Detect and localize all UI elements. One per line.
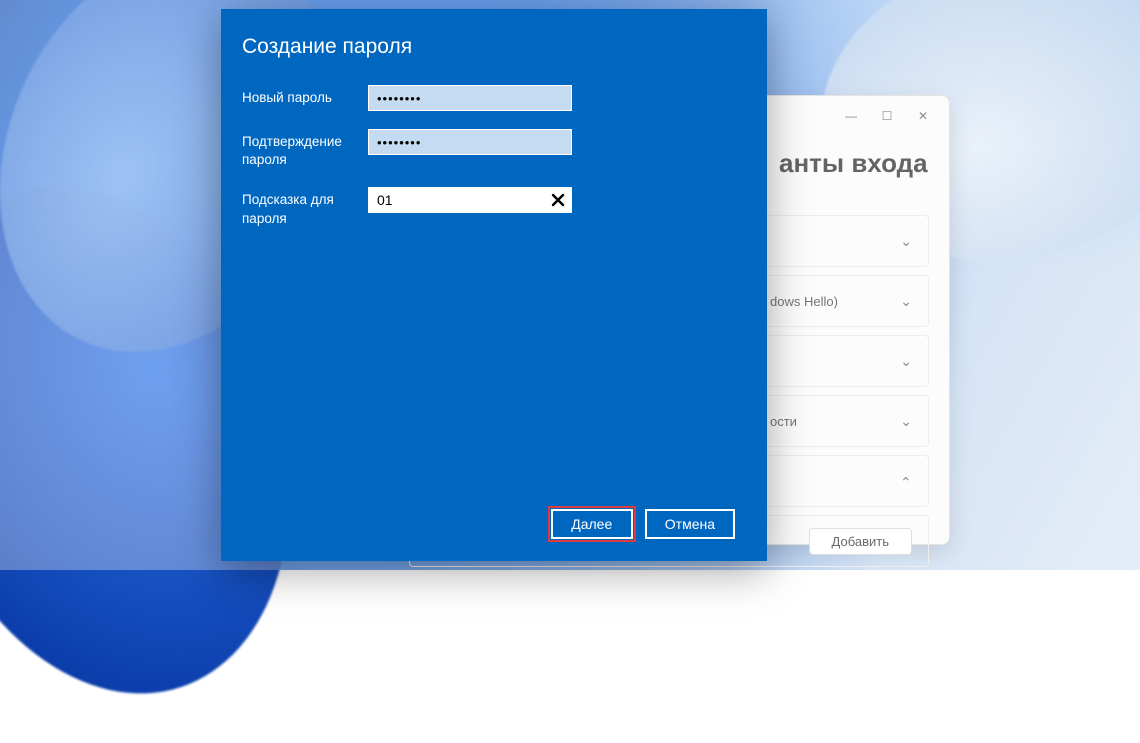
confirm-password-input[interactable] <box>368 129 572 155</box>
clear-input-icon[interactable] <box>548 190 568 210</box>
create-password-dialog: Создание пароля Новый пароль Подтвержден… <box>221 9 767 561</box>
new-password-input[interactable] <box>368 85 572 111</box>
new-password-label: Новый пароль <box>242 85 368 107</box>
cancel-button[interactable]: Отмена <box>645 509 735 539</box>
confirm-password-label: Подтверждение пароля <box>242 129 368 169</box>
dialog-title: Создание пароля <box>242 35 735 59</box>
next-button[interactable]: Далее <box>551 509 633 539</box>
password-hint-input[interactable] <box>368 187 572 213</box>
password-hint-label: Подсказка для пароля <box>242 187 368 227</box>
